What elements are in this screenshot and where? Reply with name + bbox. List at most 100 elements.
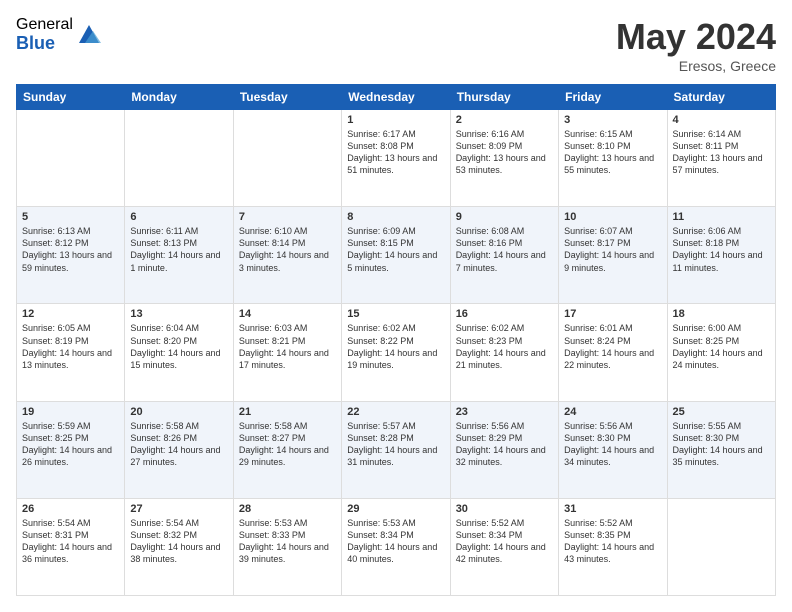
calendar-cell: 31Sunrise: 5:52 AMSunset: 8:35 PMDayligh…	[559, 498, 667, 595]
cell-sunrise: Sunrise: 6:13 AM	[22, 226, 91, 236]
calendar-cell: 11Sunrise: 6:06 AMSunset: 8:18 PMDayligh…	[667, 207, 775, 304]
cell-sunset: Sunset: 8:34 PM	[456, 530, 523, 540]
day-number: 23	[456, 406, 553, 418]
day-number: 8	[347, 211, 444, 223]
cell-sunset: Sunset: 8:15 PM	[347, 238, 414, 248]
calendar-cell: 20Sunrise: 5:58 AMSunset: 8:26 PMDayligh…	[125, 401, 233, 498]
cell-sunset: Sunset: 8:08 PM	[347, 141, 414, 151]
cell-sunset: Sunset: 8:32 PM	[130, 530, 197, 540]
cell-sunrise: Sunrise: 5:54 AM	[130, 518, 199, 528]
calendar-cell: 22 Sunrise: 5:57 AM Sunset: 8:28 PM Dayligh…	[342, 401, 450, 498]
cell-sunrise: Sunrise: 6:02 AM	[347, 323, 416, 333]
cell-sunrise: Sunrise: 5:59 AM	[22, 421, 91, 431]
cell-sunset: Sunset: 8:34 PM	[347, 530, 414, 540]
cell-sunset: Sunset: 8:21 PM	[239, 336, 306, 346]
logo-icon	[75, 21, 103, 49]
cell-sunset: Sunset: 8:16 PM	[456, 238, 523, 248]
day-number: 4	[673, 114, 770, 126]
col-thursday: Thursday	[450, 85, 558, 110]
calendar-cell: 12Sunrise: 6:05 AMSunset: 8:19 PMDayligh…	[17, 304, 125, 401]
calendar-cell: 26Sunrise: 5:54 AMSunset: 8:31 PMDayligh…	[17, 498, 125, 595]
calendar-cell: 23Sunrise: 5:56 AMSunset: 8:29 PMDayligh…	[450, 401, 558, 498]
day-number: 9	[456, 211, 553, 223]
cell-sunrise: Sunrise: 6:02 AM	[456, 323, 525, 333]
day-number: 1	[347, 114, 444, 126]
cell-daylight: Daylight: 14 hours and 21 minutes.	[456, 348, 546, 370]
day-number: 12	[22, 308, 119, 320]
day-number: 11	[673, 211, 770, 223]
cell-sunset: Sunset: 8:22 PM	[347, 336, 414, 346]
calendar-cell: 19Sunrise: 5:59 AMSunset: 8:25 PMDayligh…	[17, 401, 125, 498]
cell-daylight: Daylight: 14 hours and 1 minute.	[130, 250, 220, 272]
cell-daylight: Daylight: 13 hours and 59 minutes.	[22, 250, 112, 272]
calendar-cell: 18 Sunrise: 6:00 AM Sunset: 8:25 PM Dayligh…	[667, 304, 775, 401]
week-row-4: 26Sunrise: 5:54 AMSunset: 8:31 PMDayligh…	[17, 498, 776, 595]
location: Eresos, Greece	[616, 58, 776, 74]
cell-sunrise: Sunrise: 5:58 AM	[239, 421, 308, 431]
cell-sunrise: Sunrise: 6:11 AM	[130, 226, 198, 236]
col-friday: Friday	[559, 85, 667, 110]
cell-daylight: Daylight: 14 hours and 38 minutes.	[130, 542, 220, 564]
cell-sunset: Sunset: 8:26 PM	[130, 433, 197, 443]
cell-sunrise: Sunrise: 5:56 AM	[456, 421, 525, 431]
calendar-cell: 5Sunrise: 6:13 AMSunset: 8:12 PMDaylight…	[17, 207, 125, 304]
day-number: 14	[239, 308, 336, 320]
cell-sunset: Sunset: 8:18 PM	[673, 238, 740, 248]
cell-daylight: Daylight: 14 hours and 9 minutes.	[564, 250, 654, 272]
cell-sunset: Sunset: 8:28 PM	[347, 433, 414, 443]
cell-daylight: Daylight: 14 hours and 35 minutes.	[673, 445, 763, 467]
cell-daylight: Daylight: 13 hours and 55 minutes.	[564, 153, 654, 175]
day-number: 3	[564, 114, 661, 126]
cell-sunset: Sunset: 8:14 PM	[239, 238, 306, 248]
cell-daylight: Daylight: 14 hours and 42 minutes.	[456, 542, 546, 564]
day-number: 28	[239, 503, 336, 515]
cell-sunrise: Sunrise: 6:07 AM	[564, 226, 633, 236]
logo-general: General	[16, 16, 73, 34]
calendar-cell: 4Sunrise: 6:14 AMSunset: 8:11 PMDaylight…	[667, 110, 775, 207]
cell-sunrise: Sunrise: 6:05 AM	[22, 323, 91, 333]
calendar-cell: 13Sunrise: 6:04 AMSunset: 8:20 PMDayligh…	[125, 304, 233, 401]
cell-sunrise: Sunrise: 5:52 AM	[456, 518, 525, 528]
day-number: 2	[456, 114, 553, 126]
calendar-cell: 30Sunrise: 5:52 AMSunset: 8:34 PMDayligh…	[450, 498, 558, 595]
day-number: 22	[347, 406, 444, 418]
cell-sunset: Sunset: 8:24 PM	[564, 336, 631, 346]
cell-daylight: Daylight: 14 hours and 24 minutes.	[673, 348, 763, 370]
cell-sunrise: Sunrise: 6:00 AM	[673, 323, 742, 333]
cell-sunset: Sunset: 8:25 PM	[22, 433, 89, 443]
cell-sunrise: Sunrise: 5:53 AM	[347, 518, 416, 528]
cell-sunrise: Sunrise: 5:53 AM	[239, 518, 308, 528]
cell-sunset: Sunset: 8:13 PM	[130, 238, 197, 248]
header-row: Sunday Monday Tuesday Wednesday Thursday…	[17, 85, 776, 110]
calendar-cell	[667, 498, 775, 595]
calendar-cell: 28Sunrise: 5:53 AMSunset: 8:33 PMDayligh…	[233, 498, 341, 595]
week-row-2: 12Sunrise: 6:05 AMSunset: 8:19 PMDayligh…	[17, 304, 776, 401]
calendar-cell: 10Sunrise: 6:07 AMSunset: 8:17 PMDayligh…	[559, 207, 667, 304]
cell-daylight: Daylight: 13 hours and 53 minutes.	[456, 153, 546, 175]
calendar-cell: 15Sunrise: 6:02 AMSunset: 8:22 PMDayligh…	[342, 304, 450, 401]
day-number: 5	[22, 211, 119, 223]
week-row-3: 19 Sunrise: 5:59 AM Sunset: 8:25 PM Dayligh…	[17, 401, 776, 498]
calendar-cell: 25Sunrise: 5:55 AMSunset: 8:30 PMDayligh…	[667, 401, 775, 498]
col-saturday: Saturday	[667, 85, 775, 110]
day-number: 7	[239, 211, 336, 223]
calendar-cell: 17Sunrise: 6:01 AMSunset: 8:24 PMDayligh…	[559, 304, 667, 401]
calendar-cell: 27Sunrise: 5:54 AMSunset: 8:32 PMDayligh…	[125, 498, 233, 595]
cell-sunset: Sunset: 8:25 PM	[673, 336, 740, 346]
cell-sunrise: Sunrise: 5:55 AM	[673, 421, 742, 431]
day-number: 31	[564, 503, 661, 515]
cell-sunset: Sunset: 8:30 PM	[673, 433, 740, 443]
cell-sunset: Sunset: 8:23 PM	[456, 336, 523, 346]
cell-daylight: Daylight: 14 hours and 32 minutes.	[456, 445, 546, 467]
cell-sunrise: Sunrise: 5:57 AM	[347, 421, 416, 431]
cell-daylight: Daylight: 14 hours and 39 minutes.	[239, 542, 329, 564]
day-number: 18	[673, 308, 770, 320]
cell-daylight: Daylight: 14 hours and 15 minutes.	[130, 348, 220, 370]
day-number: 19	[22, 406, 119, 418]
week-row-0: 1Sunrise: 6:17 AMSunset: 8:08 PMDaylight…	[17, 110, 776, 207]
cell-daylight: Daylight: 13 hours and 51 minutes.	[347, 153, 437, 175]
day-number: 20	[130, 406, 227, 418]
cell-daylight: Daylight: 14 hours and 31 minutes.	[347, 445, 437, 467]
cell-daylight: Daylight: 14 hours and 19 minutes.	[347, 348, 437, 370]
day-number: 24	[564, 406, 661, 418]
